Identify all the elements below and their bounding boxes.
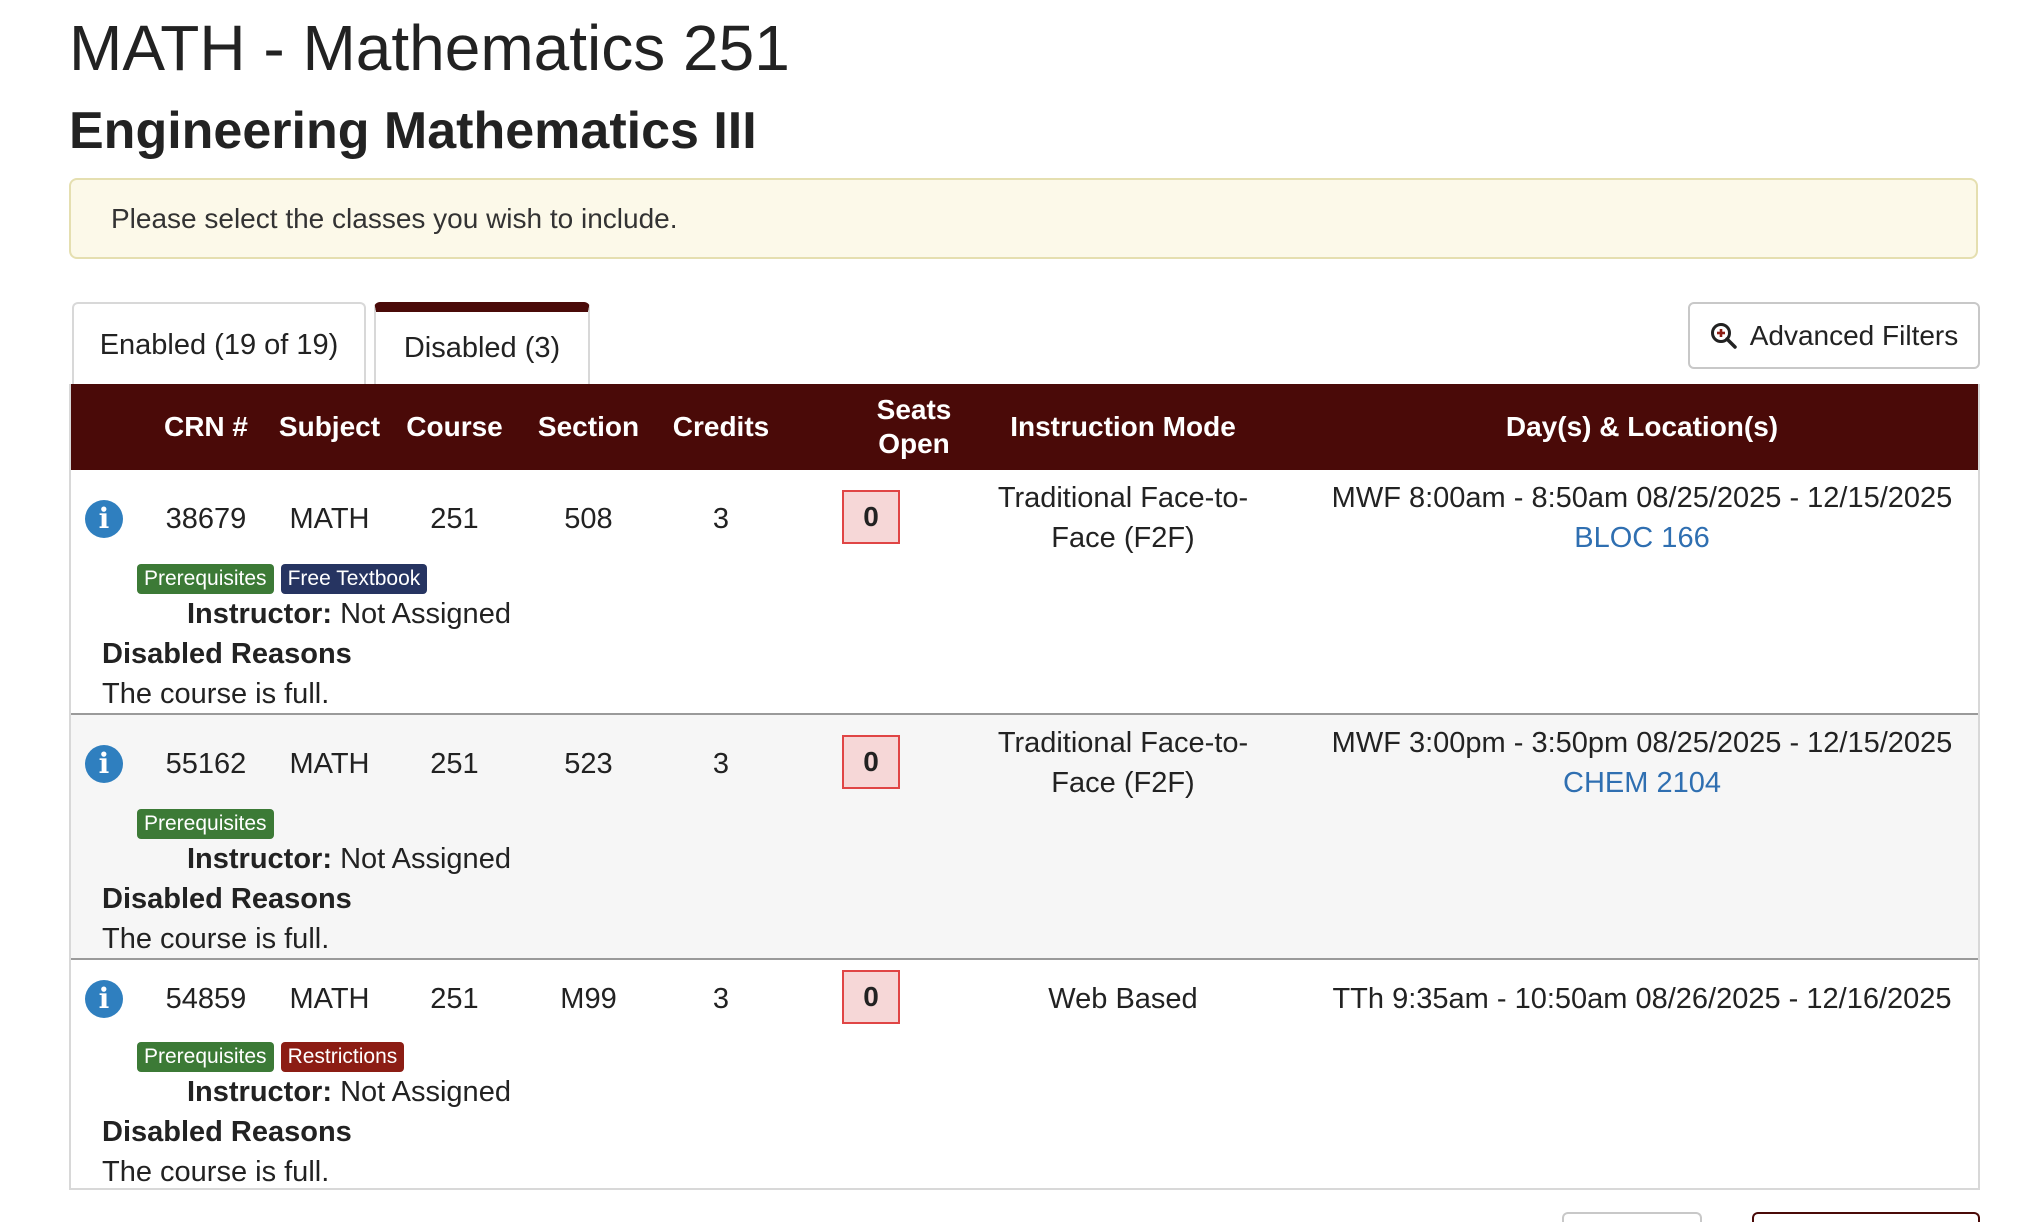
course-sections-page: MATH - Mathematics 251 Engineering Mathe…	[0, 0, 2022, 1222]
instructor-label: Instructor:	[187, 843, 332, 875]
col-crn[interactable]: CRN #	[146, 384, 266, 470]
instruction-mode-cell: Traditional Face-to-Face (F2F)	[997, 727, 1249, 799]
location-link[interactable]: CHEM 2104	[1563, 767, 1721, 799]
disabled-reason-text: The course is full.	[102, 1156, 330, 1188]
seats-open-badge: 0	[842, 970, 900, 1024]
seats-open-badge: 0	[842, 490, 900, 544]
credits-cell: 3	[712, 748, 730, 780]
instructor-line: Instructor: Not Assigned	[187, 839, 511, 879]
table-header: CRN # Subject Course Section Credits Sea…	[71, 384, 1978, 470]
instructor-label: Instructor:	[187, 1076, 332, 1108]
page-title: MATH - Mathematics 251	[69, 12, 790, 84]
credits-cell: 3	[712, 503, 730, 535]
location-link[interactable]: BLOC 166	[1574, 522, 1709, 554]
col-days-locations[interactable]: Day(s) & Location(s)	[1304, 384, 1978, 470]
col-course[interactable]: Course	[393, 384, 516, 470]
course-subtitle: Engineering Mathematics III	[69, 102, 757, 160]
info-icon[interactable]: i	[85, 980, 123, 1018]
course-cell: 251	[430, 983, 479, 1015]
prerequisites-badge[interactable]: Prerequisites	[137, 564, 274, 594]
disabled-reasons-heading: Disabled Reasons	[102, 1116, 352, 1148]
days-location-cell: TTh 9:35am - 10:50am 08/26/2025 - 12/16/…	[1304, 979, 1978, 1019]
footer-button-partial[interactable]	[1752, 1212, 1980, 1222]
schedule-text: MWF 8:00am - 8:50am 08/25/2025 - 12/15/2…	[1331, 482, 1953, 514]
col-instruction-mode[interactable]: Instruction Mode	[972, 384, 1274, 470]
prerequisites-badge[interactable]: Prerequisites	[137, 809, 274, 839]
subject-cell: MATH	[289, 503, 370, 535]
seats-open-badge: 0	[842, 735, 900, 789]
tab-disabled[interactable]: Disabled (3)	[374, 302, 590, 386]
instructor-name: Not Assigned	[340, 1076, 511, 1108]
instruction-mode-cell: Traditional Face-to-Face (F2F)	[997, 482, 1249, 554]
badge-group: Prerequisites	[137, 809, 274, 839]
instructor-label: Instructor:	[187, 598, 332, 630]
course-cell: 251	[430, 503, 479, 535]
crn-cell: 38679	[165, 503, 247, 535]
crn-cell: 55162	[165, 748, 247, 780]
table-row[interactable]: i 55162 MATH 251 523 3 0 Traditional Fac…	[71, 715, 1978, 960]
col-section[interactable]: Section	[517, 384, 660, 470]
tab-enabled[interactable]: Enabled (19 of 19)	[72, 302, 366, 386]
advanced-filters-button[interactable]: Advanced Filters	[1688, 302, 1980, 369]
table-row[interactable]: i 38679 MATH 251 508 3 0 Traditional Fac…	[71, 470, 1978, 715]
section-cell: 508	[564, 503, 613, 535]
badge-group: Prerequisites Free Textbook	[137, 564, 428, 594]
instructor-name: Not Assigned	[340, 843, 511, 875]
subject-cell: MATH	[289, 983, 370, 1015]
schedule-text: MWF 3:00pm - 3:50pm 08/25/2025 - 12/15/2…	[1331, 727, 1953, 759]
days-location-cell: MWF 3:00pm - 3:50pm 08/25/2025 - 12/15/2…	[1304, 723, 1978, 803]
instruction-mode-cell: Web Based	[1048, 983, 1198, 1015]
section-cell: 523	[564, 748, 613, 780]
info-icon[interactable]: i	[85, 745, 123, 783]
restrictions-badge[interactable]: Restrictions	[280, 1042, 405, 1072]
advanced-filters-label: Advanced Filters	[1749, 319, 1959, 351]
schedule-text: TTh 9:35am - 10:50am 08/26/2025 - 12/16/…	[1332, 983, 1952, 1015]
badge-group: Prerequisites Restrictions	[137, 1042, 405, 1072]
instructor-line: Instructor: Not Assigned	[187, 1072, 511, 1112]
instructor-name: Not Assigned	[340, 598, 511, 630]
instructor-line: Instructor: Not Assigned	[187, 594, 511, 634]
col-seats-open[interactable]: Seats Open	[859, 384, 969, 470]
course-cell: 251	[430, 748, 479, 780]
free-textbook-badge[interactable]: Free Textbook	[280, 564, 428, 594]
crn-cell: 54859	[165, 983, 247, 1015]
info-icon[interactable]: i	[85, 500, 123, 538]
zoom-in-icon	[1710, 322, 1737, 349]
col-subject[interactable]: Subject	[267, 384, 392, 470]
prerequisites-badge[interactable]: Prerequisites	[137, 1042, 274, 1072]
disabled-reason-text: The course is full.	[102, 678, 330, 710]
days-location-cell: MWF 8:00am - 8:50am 08/25/2025 - 12/15/2…	[1304, 478, 1978, 558]
section-cell: M99	[560, 983, 617, 1015]
footer-button-partial[interactable]	[1562, 1212, 1702, 1222]
disabled-reasons-heading: Disabled Reasons	[102, 883, 352, 915]
disabled-reason-text: The course is full.	[102, 923, 330, 955]
credits-cell: 3	[712, 983, 730, 1015]
disabled-reasons-heading: Disabled Reasons	[102, 638, 352, 670]
table-row[interactable]: i 54859 MATH 251 M99 3 0 Web Based TTh 9…	[71, 960, 1978, 1188]
instruction-alert: Please select the classes you wish to in…	[69, 178, 1978, 259]
col-credits[interactable]: Credits	[661, 384, 781, 470]
subject-cell: MATH	[289, 748, 370, 780]
sections-table: CRN # Subject Course Section Credits Sea…	[69, 384, 1980, 1190]
